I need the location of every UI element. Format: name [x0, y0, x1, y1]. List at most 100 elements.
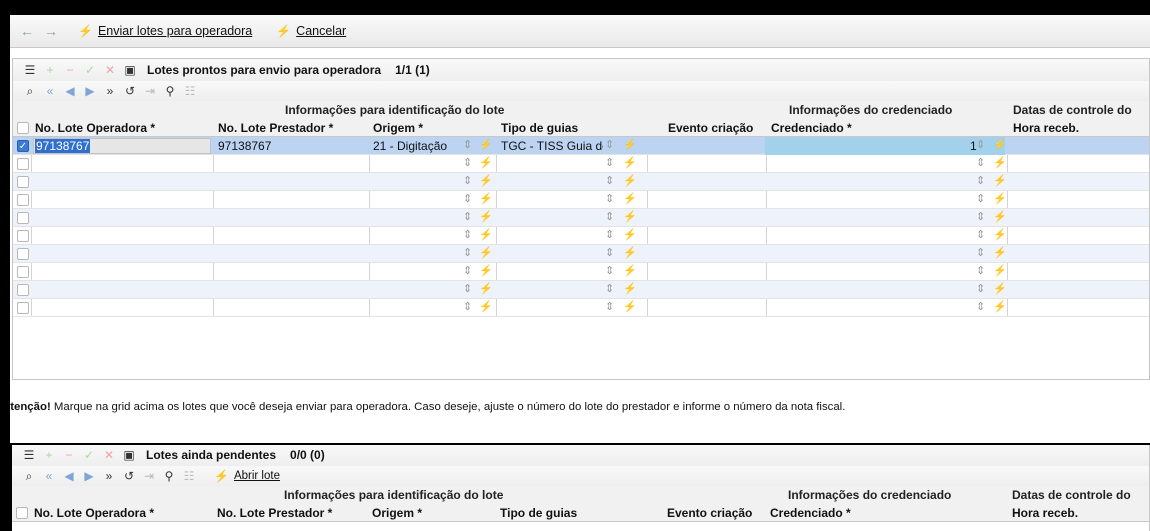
next-icon[interactable]: ▶: [81, 84, 99, 98]
lightning-icon[interactable]: ⚡: [623, 138, 637, 151]
spinner-icon[interactable]: ⇕: [976, 156, 985, 169]
lightning-icon[interactable]: ⚡: [623, 282, 637, 295]
column-header[interactable]: Origem *: [373, 121, 423, 135]
lightning-icon[interactable]: ⚡: [993, 156, 1007, 169]
lightning-icon[interactable]: ⚡: [623, 192, 637, 205]
lightning-icon[interactable]: ⚡: [623, 300, 637, 313]
table-row[interactable]: ⇕ ⚡ ⇕ ⚡ ⇕ ⚡: [13, 173, 1149, 191]
lightning-icon[interactable]: ⚡: [993, 228, 1007, 241]
column-header[interactable]: No. Lote Prestador *: [218, 121, 333, 135]
spinner-icon[interactable]: ⇕: [605, 156, 614, 169]
table-row[interactable]: ⇕ ⚡ ⇕ ⚡ ⇕ ⚡: [13, 245, 1149, 263]
key-icon[interactable]: ⚲: [161, 84, 179, 98]
lightning-icon[interactable]: ⚡: [479, 138, 493, 151]
table-row[interactable]: ✓ 97138767 97138767 21 - Digitação ⇕ ⚡ T…: [13, 137, 1149, 155]
confirm-icon[interactable]: ✓: [81, 63, 99, 77]
window-icon[interactable]: ▣: [121, 63, 139, 77]
lightning-icon[interactable]: ⚡: [623, 228, 637, 241]
search-icon[interactable]: ⌕: [21, 84, 39, 99]
spinner-icon[interactable]: ⇕: [463, 300, 472, 313]
lightning-icon[interactable]: ⚡: [479, 246, 493, 259]
table-row[interactable]: ⇕ ⚡ ⇕ ⚡ ⇕ ⚡: [13, 155, 1149, 173]
spinner-icon[interactable]: ⇕: [463, 264, 472, 277]
spinner-icon[interactable]: ⇕: [463, 192, 472, 205]
spinner-icon[interactable]: ⇕: [463, 210, 472, 223]
spinner-icon[interactable]: ⇕: [463, 228, 472, 241]
select-all-checkbox[interactable]: [17, 122, 29, 134]
table-row[interactable]: ⇕ ⚡ ⇕ ⚡ ⇕ ⚡: [13, 191, 1149, 209]
spinner-icon[interactable]: ⇕: [605, 210, 614, 223]
column-header[interactable]: Tipo de guias: [501, 121, 578, 135]
row-checkbox[interactable]: [17, 230, 29, 242]
lightning-icon[interactable]: ⚡: [993, 246, 1007, 259]
spinner-icon[interactable]: ⇕: [976, 264, 985, 277]
arrow-left-icon[interactable]: ←: [20, 23, 34, 39]
lightning-icon[interactable]: ⚡: [479, 228, 493, 241]
tipo-guias-value[interactable]: TGC - TISS Guia de: [501, 139, 603, 153]
lightning-icon[interactable]: ⚡: [993, 264, 1007, 277]
table-row[interactable]: ⇕ ⚡ ⇕ ⚡ ⇕ ⚡: [13, 281, 1149, 299]
list-icon[interactable]: ☰: [21, 63, 39, 77]
send-lots-button[interactable]: ⚡ Enviar lotes para operadora: [78, 24, 252, 38]
spinner-icon[interactable]: ⇕: [976, 228, 985, 241]
spinner-icon[interactable]: ⇕: [463, 156, 472, 169]
arrow-right-icon[interactable]: →: [44, 23, 58, 39]
doc-icon[interactable]: ☷: [181, 84, 199, 98]
spinner-icon[interactable]: ⇕: [605, 192, 614, 205]
spinner-icon[interactable]: ⇕: [976, 246, 985, 259]
row-checkbox[interactable]: [17, 212, 29, 224]
spinner-icon[interactable]: ⇕: [605, 174, 614, 187]
row-checkbox[interactable]: ✓: [17, 140, 29, 152]
spinner-icon[interactable]: ⇕: [605, 138, 614, 151]
spinner-icon[interactable]: ⇕: [605, 246, 614, 259]
lightning-icon[interactable]: ⚡: [479, 156, 493, 169]
lightning-icon[interactable]: ⚡: [623, 156, 637, 169]
column-header[interactable]: No. Lote Operadora *: [35, 121, 155, 135]
spinner-icon[interactable]: ⇕: [605, 228, 614, 241]
column-header[interactable]: Hora receb.: [1013, 121, 1079, 135]
lightning-icon[interactable]: ⚡: [993, 210, 1007, 223]
lightning-icon[interactable]: ⚡: [479, 282, 493, 295]
column-header[interactable]: Evento criação: [668, 121, 753, 135]
row-checkbox[interactable]: [17, 266, 29, 278]
origem-value[interactable]: 21 - Digitação: [373, 139, 447, 153]
spinner-icon[interactable]: ⇕: [605, 300, 614, 313]
lightning-icon[interactable]: ⚡: [993, 192, 1007, 205]
refresh-icon[interactable]: ↺: [121, 84, 139, 98]
row-checkbox[interactable]: [17, 284, 29, 296]
cancel-button[interactable]: ⚡ Cancelar: [276, 24, 346, 38]
add-icon[interactable]: +: [41, 63, 59, 77]
export-icon[interactable]: ⇥: [141, 84, 159, 98]
spinner-icon[interactable]: ⇕: [605, 264, 614, 277]
spinner-icon[interactable]: ⇕: [976, 174, 985, 187]
spinner-icon[interactable]: ⇕: [463, 138, 472, 151]
table-row[interactable]: ⇕ ⚡ ⇕ ⚡ ⇕ ⚡: [13, 299, 1149, 317]
lightning-icon[interactable]: ⚡: [479, 264, 493, 277]
row-checkbox[interactable]: [17, 302, 29, 314]
table-row[interactable]: ⇕ ⚡ ⇕ ⚡ ⇕ ⚡: [13, 263, 1149, 281]
column-header[interactable]: Credenciado *: [771, 121, 852, 135]
row-checkbox[interactable]: [17, 194, 29, 206]
lightning-icon[interactable]: ⚡: [623, 264, 637, 277]
spinner-icon[interactable]: ⇕: [605, 282, 614, 295]
spinner-icon[interactable]: ⇕: [463, 282, 472, 295]
lightning-icon[interactable]: ⚡: [479, 300, 493, 313]
lightning-icon[interactable]: ⚡: [993, 174, 1007, 187]
spinner-icon[interactable]: ⇕: [976, 300, 985, 313]
row-checkbox[interactable]: [17, 176, 29, 188]
spinner-icon[interactable]: ⇕: [976, 138, 985, 151]
spinner-icon[interactable]: ⇕: [976, 210, 985, 223]
close-icon[interactable]: ✕: [101, 63, 119, 77]
lightning-icon[interactable]: ⚡: [623, 246, 637, 259]
lightning-icon[interactable]: ⚡: [993, 282, 1007, 295]
first-icon[interactable]: «: [41, 84, 59, 98]
credenciado-input[interactable]: [765, 137, 1005, 155]
last-icon[interactable]: »: [101, 84, 119, 98]
lightning-icon[interactable]: ⚡: [479, 192, 493, 205]
lightning-icon[interactable]: ⚡: [623, 210, 637, 223]
spinner-icon[interactable]: ⇕: [976, 282, 985, 295]
table-row[interactable]: ⇕ ⚡ ⇕ ⚡ ⇕ ⚡: [13, 227, 1149, 245]
lightning-icon[interactable]: ⚡: [479, 174, 493, 187]
lote-prestador-value[interactable]: 97138767: [218, 139, 271, 153]
spinner-icon[interactable]: ⇕: [463, 246, 472, 259]
